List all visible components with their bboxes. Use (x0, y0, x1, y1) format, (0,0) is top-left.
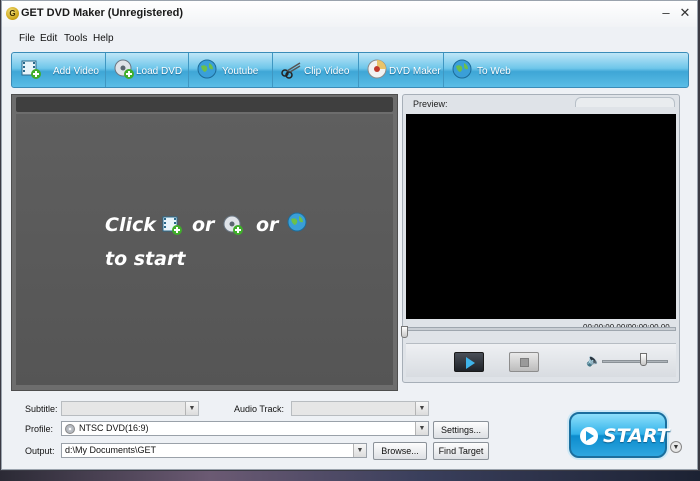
close-button[interactable]: ✕ (677, 5, 693, 21)
menu-file[interactable]: File (19, 33, 35, 44)
globe-upload-icon (452, 59, 472, 79)
output-path-field[interactable]: d:\My Documents\GET ▼ (61, 443, 367, 458)
dvd-disc-plus-icon[interactable] (222, 214, 244, 236)
file-list-header (16, 97, 393, 112)
find-target-button[interactable]: Find Target (433, 442, 489, 460)
file-list-panel: Click or or to start (11, 94, 398, 391)
film-plus-icon[interactable] (161, 214, 183, 236)
dvd-disc-icon (367, 59, 387, 79)
clip-video-label: Clip Video (304, 66, 350, 77)
chevron-down-icon: ▼ (353, 444, 366, 457)
subtitle-label: Subtitle: (25, 404, 58, 414)
volume-thumb[interactable] (640, 353, 647, 366)
preview-tab (575, 97, 675, 107)
stop-button[interactable] (509, 352, 539, 372)
chevron-down-icon: ▼ (415, 422, 428, 435)
menu-edit[interactable]: Edit (40, 33, 57, 44)
menu-help[interactable]: Help (93, 33, 114, 44)
output-path-value: d:\My Documents\GET (65, 445, 157, 455)
desktop-background (0, 471, 700, 481)
window-title: GET DVD Maker (Unregistered) (21, 7, 183, 19)
stop-icon (520, 358, 529, 367)
seek-thumb[interactable] (401, 326, 408, 338)
load-dvd-button[interactable]: Load DVD (107, 53, 189, 87)
globe-icon (197, 59, 217, 79)
start-label: START (603, 425, 670, 447)
minimize-button[interactable]: – (658, 5, 674, 21)
dvd-maker-button[interactable]: DVD Maker (360, 53, 444, 87)
app-logo-icon: G (6, 7, 19, 20)
settings-button[interactable]: Settings... (433, 421, 489, 439)
title-bar[interactable]: G GET DVD Maker (Unregistered) – ✕ (2, 1, 697, 27)
load-dvd-label: Load DVD (136, 66, 183, 77)
preview-panel: Preview: 00:00:00.00/00:00:00.00 🔈 (402, 94, 680, 383)
preview-screen (406, 114, 676, 319)
playback-controls: 🔈 (406, 343, 676, 377)
play-icon (466, 357, 475, 369)
clip-video-button[interactable]: Clip Video (274, 53, 359, 87)
output-label: Output: (25, 446, 55, 456)
browse-button[interactable]: Browse... (373, 442, 427, 460)
chevron-down-icon[interactable]: ▼ (670, 441, 682, 453)
menu-bar: File Edit Tools Help (2, 31, 697, 47)
youtube-label: Youtube (222, 66, 259, 77)
play-circle-icon (580, 427, 598, 445)
add-video-button[interactable]: Add Video (14, 53, 106, 87)
youtube-button[interactable]: Youtube (190, 53, 273, 87)
hint-or-1: or (192, 214, 215, 236)
dvd-maker-label: DVD Maker (389, 66, 441, 77)
start-button[interactable]: START (569, 412, 670, 458)
hint-click: Click (105, 214, 156, 236)
chevron-down-icon: ▼ (415, 402, 428, 415)
audio-track-label: Audio Track: (234, 404, 285, 414)
dvd-disc-icon (65, 424, 75, 434)
to-web-button[interactable]: To Web (445, 53, 525, 87)
add-video-label: Add Video (53, 66, 99, 77)
hint-to-start: to start (105, 248, 186, 270)
to-web-label: To Web (477, 66, 511, 77)
subtitle-select[interactable]: ▼ (61, 401, 199, 416)
scissors-icon (281, 62, 301, 79)
main-toolbar: Add Video Load DVD Youtube Clip Video DV… (11, 52, 689, 88)
volume-icon: 🔈 (586, 353, 601, 367)
profile-label: Profile: (25, 424, 54, 434)
chevron-down-icon: ▼ (185, 402, 198, 415)
play-button[interactable] (454, 352, 484, 372)
preview-label: Preview: (413, 99, 448, 109)
audio-track-select[interactable]: ▼ (291, 401, 429, 416)
seek-bar[interactable] (406, 327, 676, 331)
menu-tools[interactable]: Tools (64, 33, 87, 44)
hint-or-2: or (256, 214, 279, 236)
profile-value: NTSC DVD(16:9) (79, 423, 149, 433)
film-plus-icon (21, 60, 41, 79)
globe-icon[interactable] (286, 211, 308, 233)
profile-select[interactable]: NTSC DVD(16:9) ▼ (61, 421, 429, 436)
volume-slider[interactable] (602, 360, 668, 363)
drop-area[interactable]: Click or or to start (16, 114, 393, 385)
dvd-disc-plus-icon (114, 59, 134, 79)
